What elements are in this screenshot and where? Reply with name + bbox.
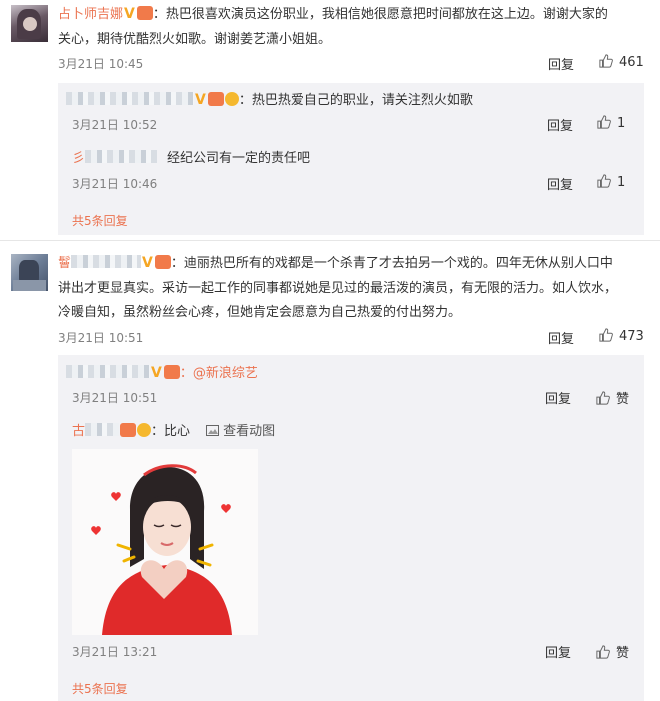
reply-text: 古：比心 查看动图 xyxy=(72,423,276,439)
like-button[interactable]: 473 xyxy=(599,328,644,344)
thumb-up-icon xyxy=(599,328,613,342)
thumb-up-icon xyxy=(597,174,611,188)
timestamp: 3月21日 10:52 xyxy=(72,118,158,132)
timestamp: 3月21日 10:45 xyxy=(58,57,144,71)
reply-button[interactable]: 回复 xyxy=(548,328,574,347)
thumb-up-icon xyxy=(596,645,610,659)
comment-text: 鬙 V ：迪丽热巴所有的戏都是一个杀青了才去拍另一个戏的。四年无休从别人口中 xyxy=(58,255,613,271)
like-label: 赞 xyxy=(616,646,630,661)
like-label: 赞 xyxy=(616,392,630,407)
username-blurred[interactable] xyxy=(66,92,194,105)
timestamp: 3月21日 10:46 xyxy=(72,177,158,191)
comment-text: 占卜师吉娜V ：热巴很喜欢演员这份职业，我相信她很愿意把时间都放在这上边。谢谢大家… xyxy=(58,6,608,22)
comment-text-line: 冷暖自知，虽然粉丝会心疼，但她肯定会愿意为自己热爱的付出努力。 xyxy=(58,305,462,320)
reply-image[interactable] xyxy=(72,449,258,635)
reply-button[interactable]: 回复 xyxy=(545,642,571,661)
like-button[interactable]: 赞 xyxy=(596,642,629,661)
like-count: 473 xyxy=(619,329,644,344)
like-button[interactable]: 461 xyxy=(599,54,644,70)
avatar[interactable] xyxy=(11,5,48,42)
fan-badge-icon xyxy=(207,92,224,106)
fan-badge-icon xyxy=(120,423,137,437)
divider xyxy=(0,240,660,241)
like-count: 1 xyxy=(617,175,626,190)
avatar[interactable] xyxy=(11,254,48,291)
verified-icon: V xyxy=(142,255,153,271)
timestamp: 3月21日 10:51 xyxy=(58,331,144,345)
comment-text-line: 关心，期待优酷烈火如歌。谢谢姜艺潇小姐姐。 xyxy=(58,32,332,47)
thumb-up-icon xyxy=(596,391,610,405)
username-blurred[interactable] xyxy=(85,150,158,163)
more-replies-link[interactable]: 共5条回复 xyxy=(72,212,128,229)
timestamp: 3月21日 10:51 xyxy=(72,391,158,405)
verified-icon: V xyxy=(151,365,162,381)
fan-badge-icon xyxy=(154,255,171,269)
reply-button[interactable]: 回复 xyxy=(547,115,573,134)
medal-icon xyxy=(224,92,239,106)
username[interactable]: 占卜师吉娜 xyxy=(58,7,123,22)
verified-icon: V xyxy=(124,6,135,22)
timestamp: 3月21日 13:21 xyxy=(72,645,158,659)
like-button[interactable]: 1 xyxy=(597,115,625,131)
gif-link[interactable]: 查看动图 xyxy=(206,424,275,439)
like-count: 1 xyxy=(617,116,626,131)
reply-text: 彡经纪公司有一定的责任吧 xyxy=(72,150,311,166)
image-icon xyxy=(206,425,220,436)
reply-text: V ：热巴热爱自己的职业，请关注烈火如歌 xyxy=(66,89,473,112)
medal-icon xyxy=(137,423,152,437)
comment-text-line: 讲出才更显真实。采访一起工作的同事都说她是见过的最活泼的演员，有无限的活力。如人… xyxy=(58,281,618,296)
reply-text: V ：@新浪综艺 xyxy=(66,362,258,385)
reply-button[interactable]: 回复 xyxy=(545,388,571,407)
like-button[interactable]: 1 xyxy=(597,174,625,190)
like-count: 461 xyxy=(619,55,644,70)
reply-button[interactable]: 回复 xyxy=(547,174,573,193)
reply-button[interactable]: 回复 xyxy=(548,54,574,73)
fan-badge-icon xyxy=(163,365,180,379)
username-blurred[interactable] xyxy=(66,365,150,378)
username-blurred[interactable] xyxy=(71,255,142,268)
fan-badge-icon xyxy=(136,6,153,20)
username-blurred[interactable] xyxy=(85,423,120,436)
thumb-up-icon xyxy=(599,54,613,68)
thumb-up-icon xyxy=(597,115,611,129)
more-replies-link[interactable]: 共5条回复 xyxy=(72,680,128,697)
photo-illustration xyxy=(72,449,258,635)
verified-icon: V xyxy=(195,92,206,108)
like-button[interactable]: 赞 xyxy=(596,388,629,407)
